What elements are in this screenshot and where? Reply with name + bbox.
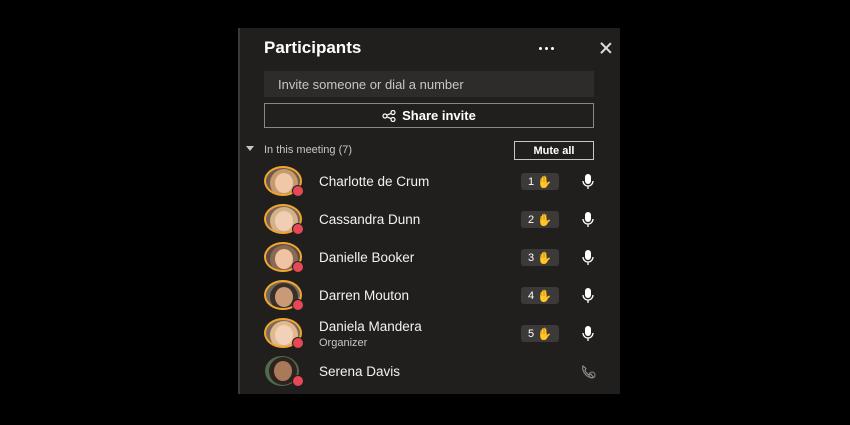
participant-row[interactable]: Daniela Mandera Organizer 5 ✋ bbox=[240, 314, 620, 352]
in-meeting-section-header[interactable]: In this meeting (7) Mute all bbox=[246, 140, 598, 162]
mic-icon[interactable] bbox=[580, 173, 596, 190]
raised-hand-icon: ✋ bbox=[537, 326, 553, 341]
raised-hand-icon: ✋ bbox=[537, 174, 553, 189]
phone-icon[interactable] bbox=[580, 363, 596, 380]
avatar bbox=[261, 280, 304, 311]
participants-panel: Participants Share invite In this meetin… bbox=[238, 28, 620, 394]
raised-hand-icon: ✋ bbox=[537, 250, 553, 265]
participant-name: Darren Mouton bbox=[319, 288, 410, 303]
raised-hand-badge: 5 ✋ bbox=[521, 325, 559, 342]
participant-name: Danielle Booker bbox=[319, 250, 415, 265]
participant-name: Cassandra Dunn bbox=[319, 212, 421, 227]
invite-input[interactable] bbox=[264, 71, 594, 97]
participant-row[interactable]: Cassandra Dunn 2 ✋ bbox=[240, 200, 620, 238]
raised-hand-icon: ✋ bbox=[537, 212, 553, 227]
panel-title: Participants bbox=[264, 38, 362, 57]
status-badge bbox=[292, 185, 304, 197]
raised-hand-badge: 3 ✋ bbox=[521, 249, 559, 266]
participant-list: Charlotte de Crum 1 ✋ Cassandra Dunn 2 ✋… bbox=[240, 162, 620, 390]
avatar bbox=[261, 356, 304, 387]
status-badge bbox=[292, 299, 304, 311]
participant-row[interactable]: Serena Davis bbox=[240, 352, 620, 390]
close-icon[interactable] bbox=[598, 40, 614, 56]
raised-hand-icon: ✋ bbox=[537, 288, 553, 303]
more-options-button[interactable] bbox=[534, 38, 558, 58]
status-badge bbox=[292, 375, 304, 387]
raised-hand-badge: 2 ✋ bbox=[521, 211, 559, 228]
panel-header: Participants bbox=[264, 38, 600, 66]
chevron-down-icon[interactable] bbox=[246, 146, 254, 151]
status-badge bbox=[292, 337, 304, 349]
share-icon bbox=[382, 109, 396, 122]
share-invite-label: Share invite bbox=[402, 108, 476, 123]
participant-name: Serena Davis bbox=[319, 364, 401, 379]
mic-icon[interactable] bbox=[580, 325, 596, 342]
raised-hand-badge: 4 ✋ bbox=[521, 287, 559, 304]
status-badge bbox=[292, 223, 304, 235]
participant-name: Charlotte de Crum bbox=[319, 174, 430, 189]
participant-row[interactable]: Darren Mouton 4 ✋ bbox=[240, 276, 620, 314]
participant-row[interactable]: Danielle Booker 3 ✋ bbox=[240, 238, 620, 276]
avatar bbox=[261, 318, 304, 349]
share-invite-button[interactable]: Share invite bbox=[264, 103, 594, 128]
mic-icon[interactable] bbox=[580, 249, 596, 266]
participant-name: Daniela Mandera bbox=[319, 319, 422, 334]
mute-all-button[interactable]: Mute all bbox=[514, 141, 594, 160]
avatar bbox=[261, 242, 304, 273]
mic-icon[interactable] bbox=[580, 211, 596, 228]
participant-row[interactable]: Charlotte de Crum 1 ✋ bbox=[240, 162, 620, 200]
participant-role: Organizer bbox=[319, 337, 368, 349]
avatar bbox=[261, 204, 304, 235]
in-meeting-label: In this meeting (7) bbox=[264, 144, 353, 156]
raised-hand-badge: 1 ✋ bbox=[521, 173, 559, 190]
avatar bbox=[261, 166, 304, 197]
mic-icon[interactable] bbox=[580, 287, 596, 304]
status-badge bbox=[292, 261, 304, 273]
